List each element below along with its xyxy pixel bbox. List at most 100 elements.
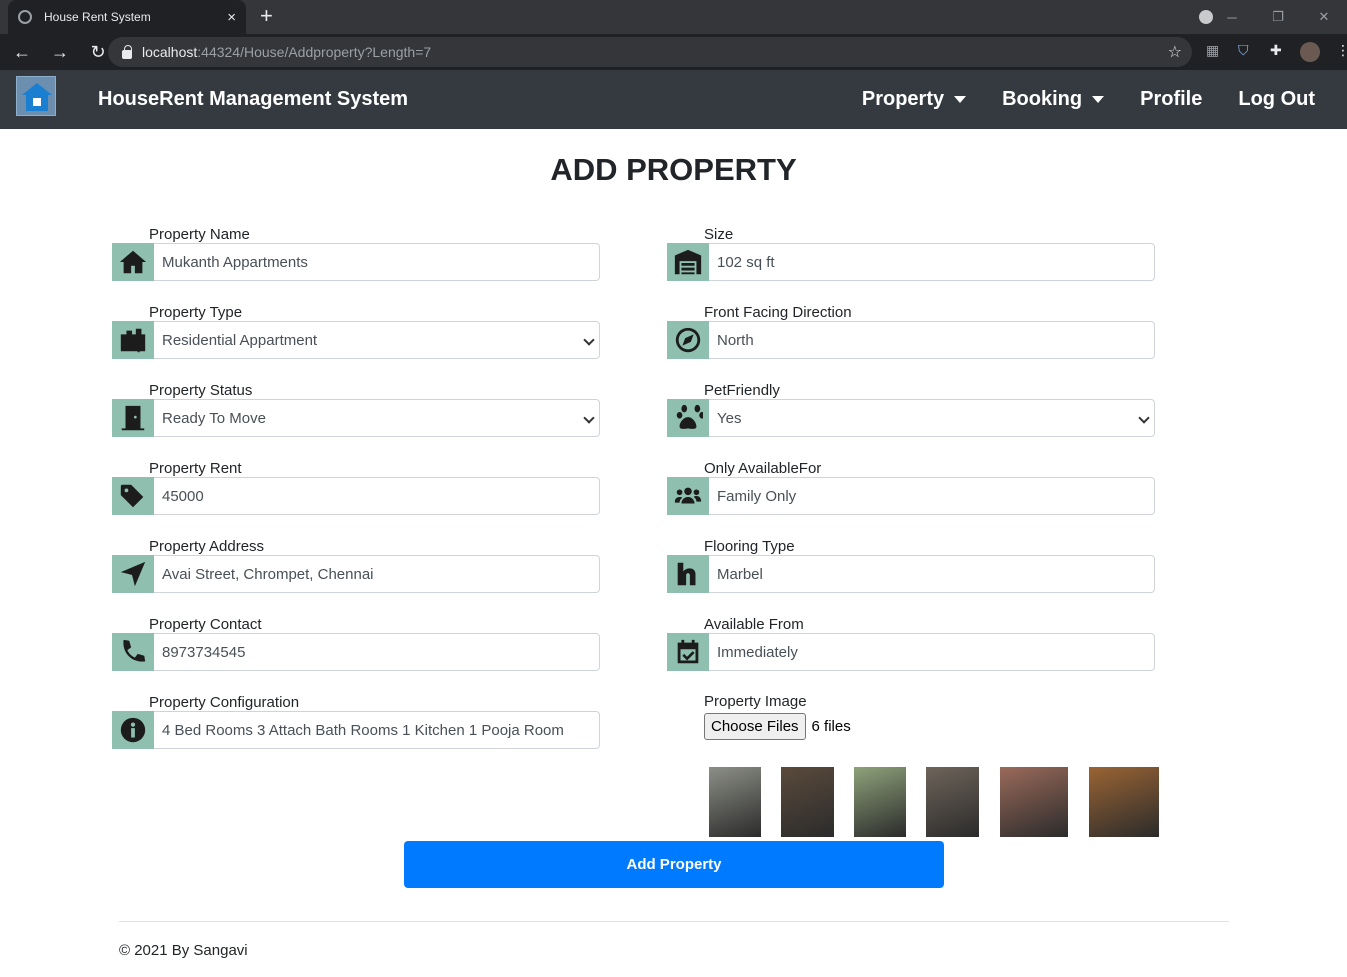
footer-text: © 2021 By Sangavi (119, 942, 248, 959)
nav-links: Property Booking Profile Log Out (826, 88, 1315, 111)
input-group: Family Only (667, 477, 1155, 515)
field-label: Property Status (149, 382, 253, 399)
nav-profile[interactable]: Profile (1140, 88, 1202, 111)
page-title: ADD PROPERTY (550, 152, 797, 187)
text-input[interactable]: 8973734545 (154, 633, 600, 671)
text-input[interactable]: Avai Street, Chrompet, Chennai (154, 555, 600, 593)
home-icon (112, 243, 154, 281)
location-arrow-icon (112, 555, 154, 593)
lock-icon[interactable] (122, 44, 132, 59)
close-window-icon[interactable]: ✕ (1301, 9, 1347, 25)
thumb-landscape (854, 767, 906, 837)
choose-files-button[interactable]: Choose Files (704, 713, 806, 740)
nav-logout[interactable]: Log Out (1238, 88, 1315, 111)
browser-tab[interactable]: House Rent System × (8, 0, 246, 34)
field-label: Front Facing Direction (704, 304, 852, 321)
nav-booking[interactable]: Booking (1002, 88, 1105, 111)
field-label: Property Contact (149, 616, 262, 633)
input-group: Avai Street, Chrompet, Chennai (112, 555, 600, 593)
text-input[interactable]: Marbel (709, 555, 1155, 593)
field-label: PetFriendly (704, 382, 780, 399)
caret-down-icon (1092, 96, 1105, 103)
info-icon (112, 711, 154, 749)
thumb-kitchen (781, 767, 834, 837)
input-group: 8973734545 (112, 633, 600, 671)
field-label: Size (704, 226, 734, 243)
avatar[interactable] (1300, 42, 1320, 62)
url-path: :44324/House/Addproperty?Length=7 (197, 44, 432, 60)
input-group: North (667, 321, 1155, 359)
extension-icon[interactable]: ▦ (1206, 42, 1219, 59)
input-group: 102 sq ft (667, 243, 1155, 281)
input-group: Immediately (667, 633, 1155, 671)
close-tab-icon[interactable]: × (227, 9, 236, 26)
field-label: Property Configuration (149, 694, 300, 711)
thumb-bedroom (1089, 767, 1159, 837)
text-input[interactable]: 45000 (154, 477, 600, 515)
window-controls: ─ ❐ ✕ (1209, 0, 1347, 34)
input-group: Mukanth Appartments (112, 243, 600, 281)
nav-property-label: Property (861, 88, 945, 110)
globe-icon (18, 10, 32, 24)
house-logo-icon[interactable] (16, 76, 56, 116)
browser-tabstrip: House Rent System × + ─ ❐ ✕ (0, 0, 1347, 34)
minimize-icon[interactable]: ─ (1209, 10, 1255, 25)
caret-down-icon (954, 96, 967, 103)
calendar-check-icon (667, 633, 709, 671)
file-input[interactable]: Choose Files 6 files (704, 713, 851, 740)
file-count: 6 files (811, 718, 851, 735)
select-field[interactable]: Yes (709, 399, 1155, 437)
text-input[interactable]: North (709, 321, 1155, 359)
app-navbar: HouseRent Management System Property Boo… (0, 70, 1347, 129)
bookmark-star-icon[interactable]: ☆ (1168, 42, 1182, 62)
text-input[interactable]: Immediately (709, 633, 1155, 671)
input-group: Residential Appartment (112, 321, 600, 359)
field-label: Property Rent (149, 460, 242, 477)
address-bar[interactable]: localhost :44324/House/Addproperty?Lengt… (108, 37, 1192, 67)
url-host: localhost (142, 44, 198, 60)
field-label: Property Image (704, 693, 807, 710)
text-input[interactable]: 4 Bed Rooms 3 Attach Bath Rooms 1 Kitche… (154, 711, 600, 749)
tags-icon (112, 477, 154, 515)
text-input[interactable]: Family Only (709, 477, 1155, 515)
text-input[interactable]: Mukanth Appartments (154, 243, 600, 281)
field-label: Only AvailableFor (704, 460, 822, 477)
shield-extension-icon[interactable]: ⛉ (1238, 42, 1249, 59)
field-label: Property Name (149, 226, 250, 243)
puzzle-icon[interactable]: ✚ (1270, 42, 1282, 59)
nav-booking-label: Booking (1002, 88, 1083, 110)
browser-toolbar: ← → ↻ localhost :44324/House/Addproperty… (0, 34, 1347, 70)
floor-icon (667, 555, 709, 593)
field-label: Property Type (149, 304, 243, 321)
forward-icon[interactable]: → (44, 42, 76, 63)
field-label: Property Address (149, 538, 265, 555)
new-tab-button[interactable]: + (260, 5, 273, 27)
thumb-aerial-pool (1000, 767, 1068, 837)
select-field[interactable]: Ready To Move (154, 399, 600, 437)
brand-title[interactable]: HouseRent Management System (98, 88, 408, 111)
text-input[interactable]: 102 sq ft (709, 243, 1155, 281)
building-icon (112, 321, 154, 359)
users-icon (667, 477, 709, 515)
phone-icon (112, 633, 154, 671)
back-icon[interactable]: ← (6, 42, 38, 63)
tab-title: House Rent System (44, 10, 151, 24)
input-group: 4 Bed Rooms 3 Attach Bath Rooms 1 Kitche… (112, 711, 600, 749)
paw-icon (667, 399, 709, 437)
nav-property[interactable]: Property (861, 88, 967, 111)
door-icon (112, 399, 154, 437)
input-group: Ready To Move (112, 399, 600, 437)
input-group: Yes (667, 399, 1155, 437)
add-property-button[interactable]: Add Property (404, 841, 944, 888)
thumb-bathroom (926, 767, 979, 837)
select-field[interactable]: Residential Appartment (154, 321, 600, 359)
menu-kebab-icon[interactable]: ⋮ (1336, 42, 1347, 59)
input-group: 45000 (112, 477, 600, 515)
compass-icon (667, 321, 709, 359)
field-label: Available From (704, 616, 804, 633)
footer-divider (119, 921, 1229, 922)
thumb-building-exterior (709, 767, 761, 837)
restore-icon[interactable]: ❐ (1255, 9, 1301, 25)
warehouse-icon (667, 243, 709, 281)
field-label: Flooring Type (704, 538, 795, 555)
